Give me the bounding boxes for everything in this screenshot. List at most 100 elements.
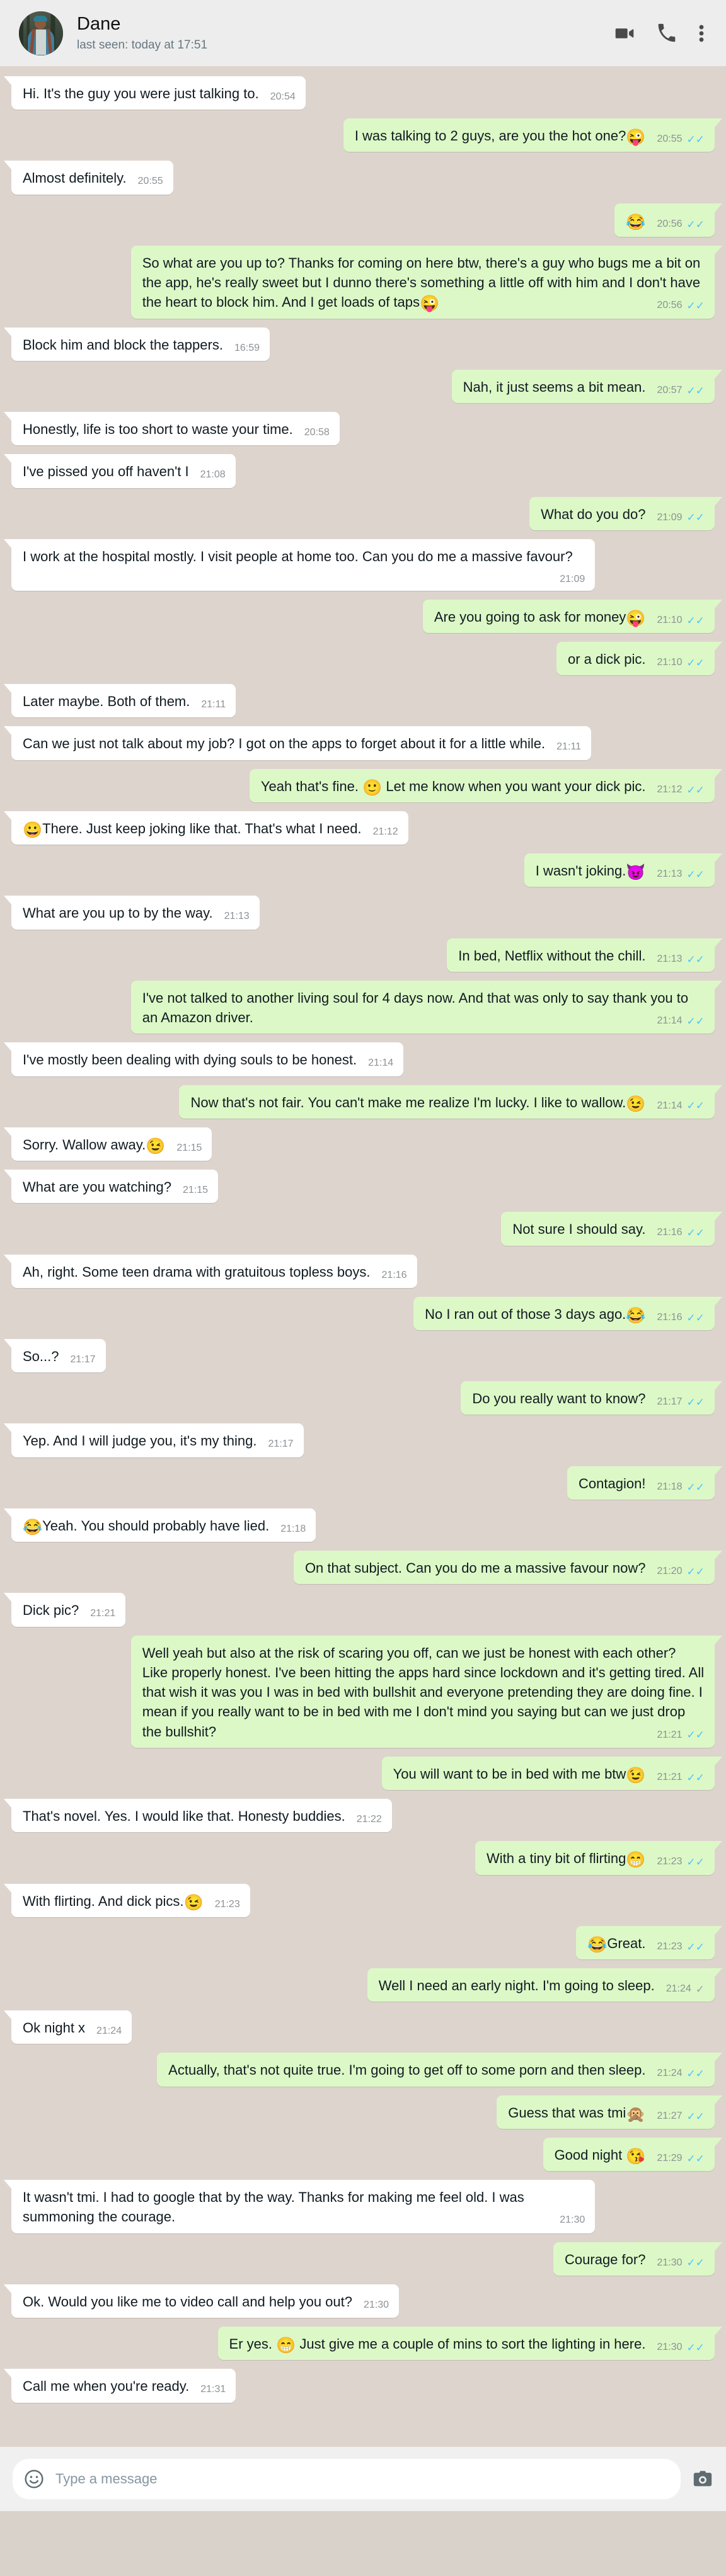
read-receipt-double-check-icon: ✓✓ (686, 2152, 705, 2165)
incoming-message-bubble[interactable]: Ok. Would you like me to video call and … (3, 2284, 400, 2318)
incoming-message-bubble[interactable]: I've mostly been dealing with dying soul… (3, 1042, 404, 1076)
message-text: Almost definitely. (23, 170, 127, 186)
outgoing-message-bubble[interactable]: I've not talked to another living soul f… (130, 980, 723, 1034)
incoming-message-bubble[interactable]: It wasn't tmi. I had to google that by t… (3, 2180, 596, 2233)
smiley-face-icon[interactable] (24, 2469, 44, 2489)
outgoing-message-bubble[interactable]: In bed, Netflix without the chill. 21:13 ✓… (447, 938, 722, 972)
phone-icon[interactable] (657, 23, 677, 43)
message-timestamp: 21:30 (364, 2299, 389, 2310)
incoming-message-bubble[interactable]: Ah, right. Some teen drama with gratuito… (4, 1254, 417, 1288)
outgoing-message-bubble[interactable]: On that subject. Can you do me a massive… (293, 1551, 723, 1585)
outgoing-message-bubble[interactable]: 😂 20:56 ✓✓ (614, 203, 722, 237)
message-timestamp: 21:23 (657, 1856, 683, 1867)
message-text: Not sure I should say. (512, 1221, 646, 1238)
incoming-message-bubble[interactable]: I've pissed you off haven't I 21:08 (4, 454, 236, 488)
message-meta: 21:13 ✓✓ (657, 867, 705, 882)
message-text: I was talking to 2 guys, are you the hot… (354, 128, 646, 147)
read-receipt-double-check-icon: ✓✓ (686, 1396, 705, 1409)
message-row: Not sure I should say. 21:16 ✓✓ (11, 1212, 722, 1246)
read-receipt-double-check-icon: ✓✓ (686, 614, 705, 627)
outgoing-message-bubble[interactable]: Guess that was tmi🙊 21:27 ✓✓ (497, 2095, 722, 2129)
outgoing-message-bubble[interactable]: Nah, it just seems a bit mean. 20:57 ✓✓ (451, 369, 723, 404)
outgoing-message-bubble[interactable]: or a dick pic. 21:10 ✓✓ (556, 642, 723, 676)
incoming-message-bubble[interactable]: 😂Yeah. You should probably have lied. 21:… (3, 1508, 316, 1542)
outgoing-message-bubble[interactable]: No I ran out of those 3 days ago.😂 21:16 ✓… (413, 1296, 722, 1330)
message-text: Ah, right. Some teen drama with gratuito… (23, 1263, 371, 1280)
outgoing-message-bubble[interactable]: I was talking to 2 guys, are you the hot… (343, 118, 723, 152)
message-timestamp: 20:54 (270, 91, 296, 102)
outgoing-message-bubble[interactable]: So what are you up to? Thanks for coming… (130, 245, 723, 319)
read-receipt-double-check-icon: ✓✓ (686, 1856, 705, 1869)
incoming-message-bubble[interactable]: Almost definitely. 20:55 (4, 161, 173, 195)
outgoing-message-bubble[interactable]: Good night 😘 21:29 ✓✓ (543, 2137, 723, 2172)
incoming-message-bubble[interactable]: Block him and block the tappers. 16:59 (4, 327, 270, 361)
incoming-message-bubble[interactable]: Honestly, life is too short to waste you… (4, 412, 340, 446)
message-timestamp: 21:13 (657, 869, 683, 880)
outgoing-message-bubble[interactable]: Do you really want to know? 21:17 ✓✓ (461, 1381, 722, 1415)
message-text: What do you do? (541, 506, 646, 522)
message-row: Block him and block the tappers. 16:59 (4, 327, 715, 361)
incoming-message-bubble[interactable]: Later maybe. Both of them. 21:11 (3, 684, 236, 718)
outgoing-message-bubble[interactable]: Contagion! 21:18 ✓✓ (567, 1466, 722, 1500)
message-text: Ok night x (23, 2020, 86, 2036)
outgoing-message-bubble[interactable]: Well yeah but also at the risk of scarin… (130, 1635, 723, 1748)
message-timestamp: 21:14 (657, 1015, 683, 1027)
overflow-menu-icon[interactable] (698, 23, 705, 44)
incoming-message-bubble[interactable]: 😀There. Just keep joking like that. That… (4, 811, 408, 845)
read-receipt-double-check-icon: ✓✓ (686, 1015, 705, 1027)
incoming-message-bubble[interactable]: What are you up to by the way. 21:13 (4, 896, 260, 930)
outgoing-message-bubble[interactable]: I wasn't joking.😈 21:13 ✓✓ (524, 853, 723, 887)
message-emoji: 😉 (626, 1766, 646, 1784)
outgoing-message-bubble[interactable]: With a tiny bit of flirting😁 21:23 ✓✓ (475, 1841, 722, 1875)
incoming-message-bubble[interactable]: Ok night x 21:24 (3, 2010, 132, 2044)
outgoing-message-bubble[interactable]: Courage for? 21:30 ✓✓ (553, 2242, 722, 2276)
outgoing-message-bubble[interactable]: Actually, that's not quite true. I'm goi… (157, 2053, 722, 2087)
incoming-message-bubble[interactable]: Dick pic? 21:21 (3, 1593, 126, 1627)
message-text: Dick pic? (23, 1602, 79, 1619)
message-text: So...? (23, 1348, 59, 1364)
incoming-message-bubble[interactable]: Hi. It's the guy you were just talking t… (4, 76, 306, 110)
incoming-message-bubble[interactable]: Call me when you're ready. 21:31 (3, 2369, 236, 2403)
message-row: I've mostly been dealing with dying soul… (3, 1042, 715, 1076)
outgoing-message-bubble[interactable]: Well I need an early night. I'm going to… (367, 1968, 723, 2002)
message-text: Well I need an early night. I'm going to… (378, 1977, 655, 1993)
message-timestamp: 21:15 (183, 1185, 209, 1196)
outgoing-message-bubble[interactable]: Are you going to ask for money😜 21:10 ✓✓ (422, 599, 723, 633)
message-text: With a tiny bit of flirting😁 (487, 1850, 646, 1869)
video-camera-icon[interactable] (614, 23, 635, 44)
message-timestamp: 21:24 (96, 2026, 122, 2037)
message-text: Hi. It's the guy you were just talking t… (23, 86, 259, 101)
incoming-message-bubble[interactable]: Yep. And I will judge you, it's my thing… (4, 1423, 304, 1457)
message-input[interactable] (54, 2470, 668, 2488)
header-text-block[interactable]: Dane last seen: today at 17:51 (77, 14, 614, 52)
message-meta: 21:14 ✓✓ (657, 1099, 705, 1114)
outgoing-message-bubble[interactable]: 😂Great. 21:23 ✓✓ (576, 1925, 722, 1959)
incoming-message-bubble[interactable]: With flirting. And dick pics.😉 21:23 (4, 1883, 250, 1917)
incoming-message-bubble[interactable]: What are you watching? 21:15 (3, 1170, 219, 1204)
outgoing-message-bubble[interactable]: Yeah that's fine. 🙂 Let me know when you… (249, 768, 723, 802)
incoming-message-bubble[interactable]: I work at the hospital mostly. I visit p… (3, 539, 596, 591)
read-receipt-double-check-icon: ✓✓ (686, 1227, 705, 1240)
incoming-message-bubble[interactable]: Sorry. Wallow away.😉 21:15 (3, 1127, 212, 1161)
avatar[interactable] (19, 11, 63, 55)
message-emoji: 😂 (626, 213, 646, 231)
camera-icon[interactable] (692, 2468, 713, 2490)
message-text: I wasn't joking.😈 (535, 863, 646, 882)
outgoing-message-bubble[interactable]: You will want to be in bed with me btw😉 2… (381, 1756, 723, 1791)
chat-scroll-area[interactable]: Hi. It's the guy you were just talking t… (0, 66, 726, 2447)
message-row: You will want to be in bed with me btw😉 2… (11, 1756, 723, 1791)
outgoing-message-bubble[interactable]: Now that's not fair. You can't make me r… (179, 1085, 722, 1119)
message-meta: 21:12 (373, 825, 398, 840)
incoming-message-bubble[interactable]: That's novel. Yes. I would like that. Ho… (4, 1799, 392, 1833)
message-text: Courage for? (565, 2251, 646, 2267)
message-text: I've mostly been dealing with dying soul… (23, 1052, 357, 1068)
message-emoji: 😂 (23, 1518, 43, 1536)
composer-input-wrapper[interactable] (13, 2459, 681, 2499)
outgoing-message-bubble[interactable]: Not sure I should say. 21:16 ✓✓ (501, 1212, 722, 1246)
outgoing-message-bubble[interactable]: Er yes. 😁 Just give me a couple of mins … (217, 2327, 723, 2361)
outgoing-message-bubble[interactable]: What do you do? 21:09 ✓✓ (529, 496, 722, 530)
message-text: Contagion! (579, 1475, 646, 1491)
incoming-message-bubble[interactable]: So...? 21:17 (4, 1338, 106, 1373)
incoming-message-bubble[interactable]: Can we just not talk about my job? I got… (3, 726, 592, 760)
message-meta: 21:14 (368, 1056, 393, 1071)
